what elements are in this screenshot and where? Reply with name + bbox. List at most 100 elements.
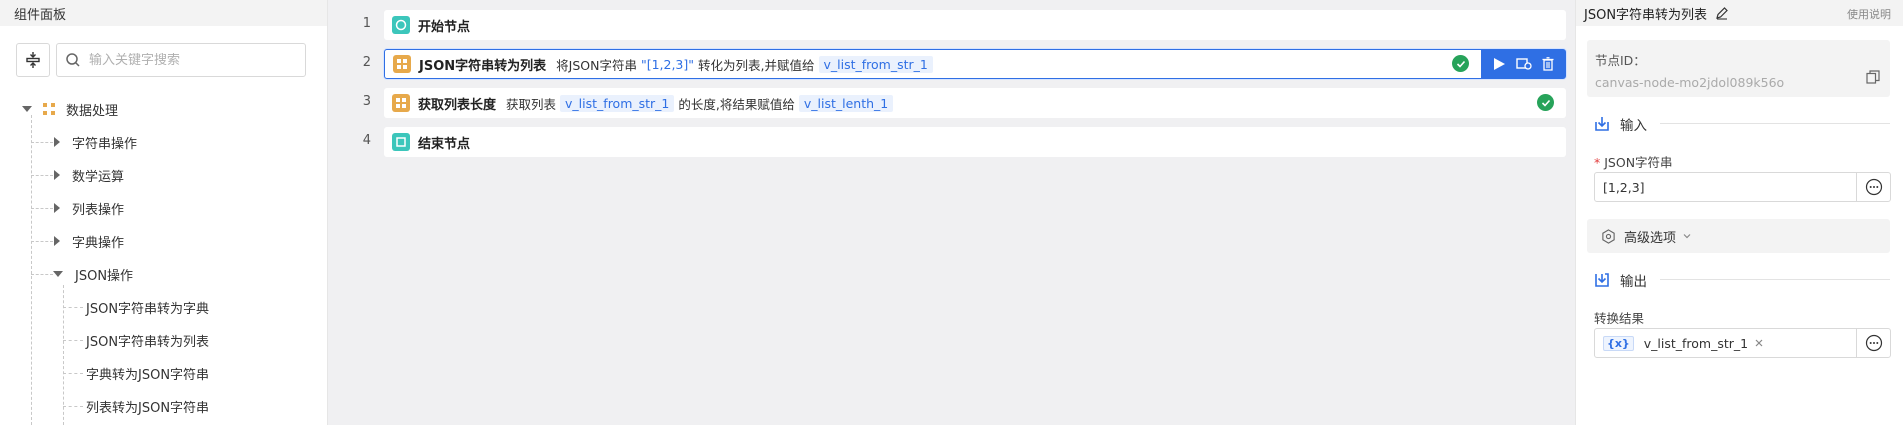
close-icon[interactable] <box>1754 338 1764 348</box>
tree-node-label: 字符串操作 <box>72 136 138 152</box>
flow-row: 4 结束节点 <box>329 125 1575 157</box>
tree-node-math-ops[interactable]: 数学运算 <box>54 164 124 186</box>
data-processing-icon <box>43 103 55 115</box>
result-variable-chip[interactable]: {x} v_list_from_str_1 <box>1603 335 1764 351</box>
variable-icon: {x} <box>1603 335 1634 351</box>
json-string-field[interactable]: [1,2,3] <box>1594 172 1891 202</box>
result-value: {x} v_list_from_str_1 <box>1595 329 1856 357</box>
tree-node-label: 列表操作 <box>72 202 125 218</box>
tree-leaf-label: 列表转为JSON字符串 <box>86 400 210 416</box>
node-title: 结束节点 <box>418 136 471 152</box>
start-node-icon <box>392 16 410 34</box>
tree-node-json-ops[interactable]: JSON操作 <box>53 263 133 285</box>
chevron-right-icon <box>54 170 60 180</box>
component-panel-title: 组件面板 <box>0 0 327 26</box>
node-text: 的长度,将结果赋值给 <box>678 96 795 112</box>
input-section-label: 输入 <box>1620 118 1647 134</box>
search-box[interactable] <box>56 43 306 77</box>
copy-icon[interactable] <box>1866 70 1880 84</box>
row-number: 2 <box>362 55 371 70</box>
component-panel: 组件面板 输入关键字搜索 数据处理 字符串操作 数学运算 列表操作 字典操作 J… <box>0 0 328 425</box>
tree-leaf-label: 字典转为JSON字符串 <box>86 367 210 383</box>
row-number: 3 <box>362 94 371 109</box>
node-actions <box>1481 50 1565 78</box>
json-to-list-node[interactable]: JSON字符串转为列表 将JSON字符串 "[1,2,3]" 转化为列表,并赋值… <box>384 49 1566 79</box>
data-processing-icon <box>393 55 411 73</box>
more-icon <box>1865 178 1882 196</box>
node-title: 获取列表长度 <box>418 97 497 113</box>
delete-icon[interactable] <box>1542 57 1554 71</box>
success-check-icon <box>1537 94 1554 111</box>
tree-leaf-label: JSON字符串转为列表 <box>86 334 210 350</box>
node-text: 获取列表 <box>506 96 557 112</box>
start-node[interactable]: 开始节点 <box>384 10 1566 40</box>
tree-node-label: JSON操作 <box>75 268 134 284</box>
node-variable-tag[interactable]: v_list_from_str_1 <box>560 94 675 112</box>
tree-node-label: 数据处理 <box>66 103 119 119</box>
get-list-length-node[interactable]: 获取列表长度 获取列表 v_list_from_str_1 的长度,将结果赋值给… <box>384 88 1566 118</box>
result-field[interactable]: {x} v_list_from_str_1 <box>1594 328 1891 358</box>
tree-node-data-processing[interactable]: 数据处理 <box>22 98 118 120</box>
tree-leaf-label: JSON字符串转为字典 <box>86 301 210 317</box>
chevron-right-icon <box>54 203 60 213</box>
properties-header: JSON字符串转为列表 使用说明 <box>1576 0 1903 26</box>
debug-icon[interactable] <box>1516 57 1532 71</box>
json-string-label-text: JSON字符串 <box>1604 155 1673 170</box>
output-section-header: 输出 <box>1594 270 1647 290</box>
flow-canvas: 1 开始节点 2 JSON字符串转为列表 将JSON字符串 "[1,2,3]" … <box>329 0 1575 425</box>
node-id-label: 节点ID： <box>1595 53 1646 68</box>
node-string-value[interactable]: "[1,2,3]" <box>641 57 694 72</box>
collapse-all-button[interactable] <box>16 43 50 77</box>
row-number: 1 <box>362 16 371 31</box>
success-check-icon <box>1452 55 1469 72</box>
node-variable-tag[interactable]: v_list_from_str_1 <box>818 55 933 73</box>
tree-node-dict-ops[interactable]: 字典操作 <box>54 230 124 252</box>
data-processing-icon <box>392 94 410 112</box>
advanced-options-label: 高级选项 <box>1624 230 1677 246</box>
tree-leaf-list-to-json[interactable]: 列表转为JSON字符串 <box>86 395 209 417</box>
required-marker: * <box>1594 155 1601 170</box>
json-string-label: * JSON字符串 <box>1594 152 1673 171</box>
more-icon <box>1865 334 1882 352</box>
tree-node-list-ops[interactable]: 列表操作 <box>54 197 124 219</box>
collapse-icon <box>26 52 40 68</box>
tree-leaf-json-to-list[interactable]: JSON字符串转为列表 <box>86 329 209 351</box>
row-number: 4 <box>362 133 371 148</box>
chevron-down-icon <box>1683 234 1691 239</box>
chevron-right-icon <box>54 137 60 147</box>
result-variable-name: v_list_from_str_1 <box>1643 335 1749 351</box>
chevron-right-icon <box>54 236 60 246</box>
tree-node-string-ops[interactable]: 字符串操作 <box>54 131 137 153</box>
json-string-value[interactable]: [1,2,3] <box>1595 173 1856 201</box>
tree-node-label: 字典操作 <box>72 235 125 251</box>
tree-node-label: 数学运算 <box>72 169 125 185</box>
output-section-label: 输出 <box>1620 274 1647 290</box>
input-section-header: 输入 <box>1594 114 1647 134</box>
properties-title: JSON字符串转为列表 <box>1584 7 1708 23</box>
end-node-icon <box>392 133 410 151</box>
search-icon <box>66 53 80 67</box>
result-more-button[interactable] <box>1856 329 1890 357</box>
tree-leaf-json-to-dict[interactable]: JSON字符串转为字典 <box>86 296 209 318</box>
node-title: 开始节点 <box>418 19 471 35</box>
search-input[interactable] <box>89 52 289 68</box>
flow-row: 1 开始节点 <box>329 8 1575 40</box>
end-node[interactable]: 结束节点 <box>384 127 1566 157</box>
advanced-options-toggle[interactable]: 高级选项 <box>1587 219 1890 253</box>
node-variable-tag[interactable]: v_list_lenth_1 <box>798 94 894 112</box>
node-id-box: 节点ID： canvas-node-mo2jdol089k56o <box>1587 40 1890 97</box>
tree-leaf-dict-to-json[interactable]: 字典转为JSON字符串 <box>86 362 209 384</box>
help-link[interactable]: 使用说明 <box>1847 6 1891 22</box>
edit-icon[interactable] <box>1715 6 1729 20</box>
settings-icon <box>1602 228 1615 244</box>
flow-row: 2 JSON字符串转为列表 将JSON字符串 "[1,2,3]" 转化为列表,并… <box>329 47 1575 79</box>
result-label: 转换结果 <box>1594 311 1645 326</box>
node-title: JSON字符串转为列表 <box>419 58 547 74</box>
node-text: 将JSON字符串 <box>556 57 637 73</box>
output-icon <box>1595 273 1609 287</box>
run-icon[interactable] <box>1492 57 1506 71</box>
json-string-more-button[interactable] <box>1856 173 1890 201</box>
flow-row: 3 获取列表长度 获取列表 v_list_from_str_1 的长度,将结果赋… <box>329 86 1575 118</box>
properties-panel: JSON字符串转为列表 使用说明 节点ID： canvas-node-mo2jd… <box>1575 0 1903 425</box>
node-text: 转化为列表,并赋值给 <box>698 57 815 73</box>
